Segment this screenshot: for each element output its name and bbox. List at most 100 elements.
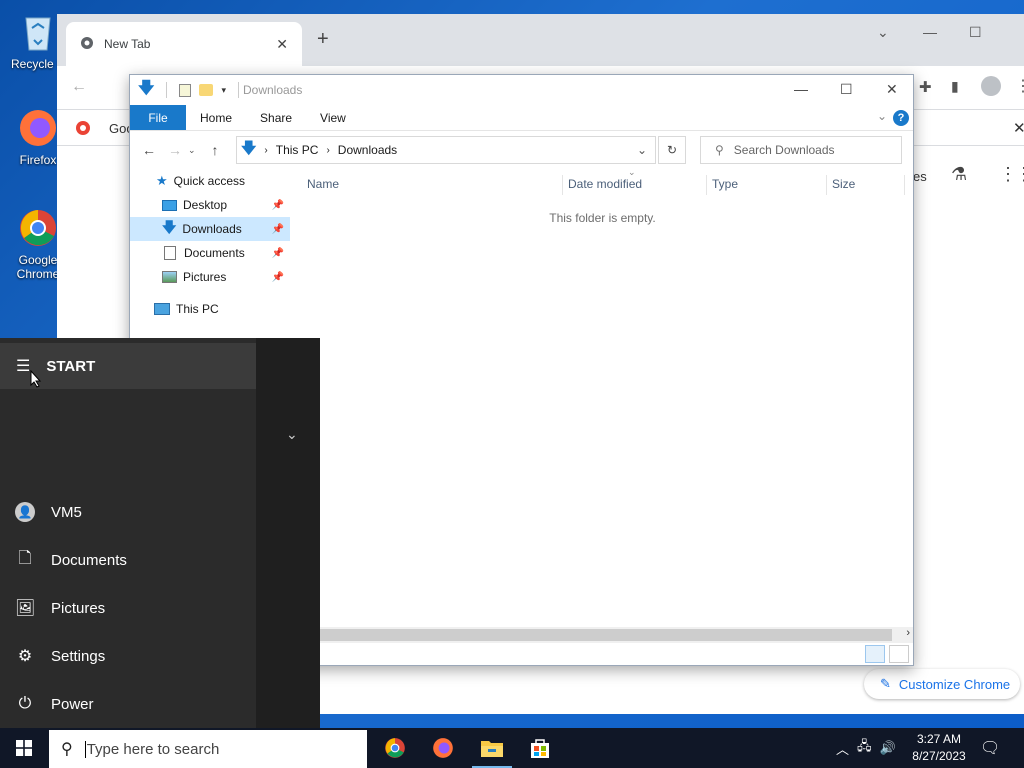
chrome-tab-title: New Tab [104,37,151,51]
search-box[interactable]: ⚲ Search Downloads [700,136,902,164]
maximize-icon[interactable]: ☐ [840,81,853,98]
start-item-settings[interactable]: ⚙ Settings [0,632,256,680]
minimize-icon[interactable]: — [923,24,937,40]
mouse-cursor-icon [30,369,42,391]
back-icon[interactable]: ← [71,78,87,96]
properties-icon[interactable] [179,83,192,97]
sidebar-item-pictures[interactable]: Pictures 📌 [130,265,290,289]
sidebar-item-quick-access[interactable]: ★ Quick access [130,169,290,193]
search-icon: ⚲ [61,741,73,758]
taskbar-search-box[interactable]: ⚲ Type here to search [49,730,367,768]
extensions-icon[interactable]: ✚ [919,78,932,96]
chevron-down-icon[interactable]: ⌄ [286,426,298,443]
sidebar-item-label: Documents [184,246,245,260]
sidebar-item-label: Quick access [173,174,246,188]
breadcrumb-downloads[interactable]: Downloads [338,143,397,157]
close-icon[interactable]: ✕ [886,81,898,98]
sidebar-item-this-pc[interactable]: This PC [130,297,290,321]
new-tab-icon[interactable]: + [317,28,329,51]
column-header-date-modified[interactable]: Date modified [568,177,642,191]
pencil-icon: ✎ [880,676,891,691]
sidebar-item-label: This PC [176,302,219,316]
volume-icon[interactable]: 🔊 [880,740,896,756]
start-item-power[interactable]: ⏻ Power [0,680,256,728]
start-menu: ☰ START ⌄ 👤 VM5 🗋 Documents 🖼 Pictures ⚙… [0,338,320,728]
recent-locations-icon[interactable]: ⌄ [188,145,202,156]
expand-ribbon-icon[interactable]: ⌄ [877,109,887,123]
ribbon-tab-share[interactable]: Share [246,105,306,130]
pin-icon[interactable]: 📌 [272,200,284,211]
refresh-icon[interactable]: ↻ [658,136,686,164]
taskbar-clock[interactable]: 3:27 AM 8/27/2023 [906,731,972,765]
pin-icon[interactable]: 📌 [272,272,284,283]
column-header-name[interactable]: Name [307,177,339,191]
start-item-documents[interactable]: 🗋 Documents [0,536,256,584]
folder-icon [481,741,503,757]
store-icon [531,739,549,758]
search-icon: ⚲ [715,143,724,157]
taskbar-search-placeholder: Type here to search [84,740,220,758]
start-item-label: Pictures [51,599,106,617]
view-toggle [865,645,909,663]
up-icon[interactable]: ↑ [202,142,228,158]
file-list-headers: Name ⌄ Date modified Type Size [300,167,906,195]
start-item-label: Settings [51,647,106,665]
taskbar-file-explorer-button[interactable] [468,728,516,768]
details-view-icon[interactable] [865,645,885,663]
start-item-user[interactable]: 👤 VM5 [0,488,256,536]
minimize-icon[interactable]: — [794,81,808,97]
sidebar-item-documents[interactable]: Documents 📌 [130,241,290,265]
help-icon[interactable]: ? [893,110,909,126]
tab-search-chevron-icon[interactable]: ⌄ [877,24,889,41]
firefox-icon [16,106,60,150]
search-placeholder: Search Downloads [733,143,835,157]
chrome-icon [16,206,60,250]
forward-icon[interactable]: → [162,142,188,158]
taskbar: ⚲ Type here to search ︿ 🖧 🔊 3:27 AM 8/27… [0,728,1024,768]
customize-chrome-label: Customize Chrome [898,676,1011,692]
pin-icon[interactable]: 📌 [272,224,284,235]
profile-avatar-icon[interactable] [981,76,1001,96]
chrome-tab[interactable]: New Tab ✕ [66,22,302,66]
ribbon-tab-home[interactable]: Home [186,105,246,130]
network-icon[interactable]: 🖧 [857,737,872,759]
apps-grid-icon[interactable]: ⋮⋮⋮ [999,164,1024,185]
hamburger-icon[interactable]: ☰ [16,356,30,376]
labs-flask-icon[interactable]: ⚗ [951,164,967,185]
column-header-type[interactable]: Type [712,177,738,191]
close-tab-icon[interactable]: ✕ [276,36,288,53]
breadcrumb-chevron-icon: › [264,144,268,156]
notification-center-icon[interactable]: 🗨 [980,738,1000,758]
desktop-folder-icon [162,199,177,211]
customize-qat-icon[interactable]: ▾ [221,85,226,96]
customize-chrome-button[interactable]: ✎ Customize Chrome [864,669,1020,699]
address-bar[interactable]: 🡇 › This PC › Downloads ⌄ [236,136,656,164]
address-dropdown-icon[interactable]: ⌄ [637,143,647,157]
taskbar-chrome-button[interactable] [371,728,419,768]
taskbar-store-button[interactable] [516,728,564,768]
menu-icon[interactable]: ⋮ [1015,76,1024,96]
side-panel-icon[interactable]: ▮ [951,78,959,95]
start-item-pictures[interactable]: 🖼 Pictures [0,584,256,632]
show-hidden-icons-icon[interactable]: ︿ [836,739,849,758]
start-button[interactable] [0,728,48,768]
ribbon-tab-file[interactable]: File [130,105,186,130]
back-icon[interactable]: ← [136,142,162,158]
close-icon[interactable]: ✕ [1013,119,1024,137]
column-header-size[interactable]: Size [832,177,855,191]
clock-date: 8/27/2023 [912,749,966,763]
new-folder-icon[interactable] [199,84,214,96]
document-icon: 🗋 [18,549,32,567]
clock-time: 3:27 AM [916,732,962,746]
scroll-right-icon[interactable]: › [906,627,910,639]
breadcrumb-this-pc[interactable]: This PC [276,143,319,157]
star-icon: ★ [156,173,168,188]
downloads-arrow-icon: 🡇 [241,139,257,157]
maximize-icon[interactable]: ☐ [969,24,982,41]
pin-icon[interactable]: 📌 [272,248,284,259]
pictures-icon [162,271,177,283]
taskbar-firefox-button[interactable] [419,728,467,768]
ribbon-tab-view[interactable]: View [306,105,360,130]
large-icons-view-icon[interactable] [889,645,909,663]
start-item-label: Documents [51,551,127,569]
